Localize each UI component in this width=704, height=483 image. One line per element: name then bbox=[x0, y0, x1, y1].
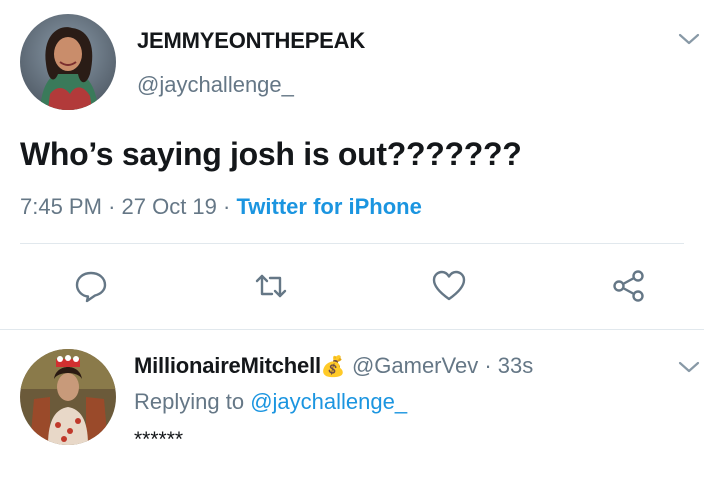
tweet-source-link[interactable]: Twitter for iPhone bbox=[236, 194, 421, 219]
chevron-down-icon[interactable] bbox=[678, 32, 700, 46]
tweet-text: Who’s saying josh is out??????? bbox=[20, 136, 522, 172]
reply-display-name[interactable]: MillionaireMitchell bbox=[134, 353, 321, 378]
replying-to-link[interactable]: @jaychallenge_ bbox=[250, 389, 407, 414]
reply-header: MillionaireMitchell💰 @GamerVev · 33s bbox=[134, 353, 533, 379]
reply-icon[interactable] bbox=[73, 268, 109, 304]
meta-separator: · bbox=[484, 353, 492, 378]
share-icon[interactable] bbox=[611, 268, 647, 304]
tweet-display-name[interactable]: JEMMYEONTHEPEAK bbox=[137, 28, 365, 54]
money-bag-icon: 💰 bbox=[320, 356, 346, 378]
tweet-date[interactable]: 27 Oct 19 bbox=[122, 194, 217, 219]
tweet-meta: 7:45 PM · 27 Oct 19 · Twitter for iPhone bbox=[20, 194, 422, 220]
replying-to: Replying to @jaychallenge_ bbox=[134, 389, 407, 415]
avatar[interactable] bbox=[20, 14, 116, 110]
retweet-icon[interactable] bbox=[253, 268, 289, 304]
tweet-handle[interactable]: @jaychallenge_ bbox=[137, 72, 294, 98]
replying-to-label: Replying to bbox=[134, 389, 245, 414]
like-icon[interactable] bbox=[431, 268, 467, 304]
reply-timestamp[interactable]: 33s bbox=[498, 353, 533, 378]
meta-separator: · bbox=[108, 194, 116, 219]
tweet-time[interactable]: 7:45 PM bbox=[20, 194, 102, 219]
avatar[interactable] bbox=[20, 349, 116, 445]
meta-separator: · bbox=[223, 194, 231, 219]
reply-text: ****** bbox=[134, 428, 184, 451]
reply-handle[interactable]: @GamerVev bbox=[352, 353, 478, 378]
divider bbox=[20, 243, 684, 244]
divider bbox=[0, 329, 704, 330]
chevron-down-icon[interactable] bbox=[678, 360, 700, 374]
